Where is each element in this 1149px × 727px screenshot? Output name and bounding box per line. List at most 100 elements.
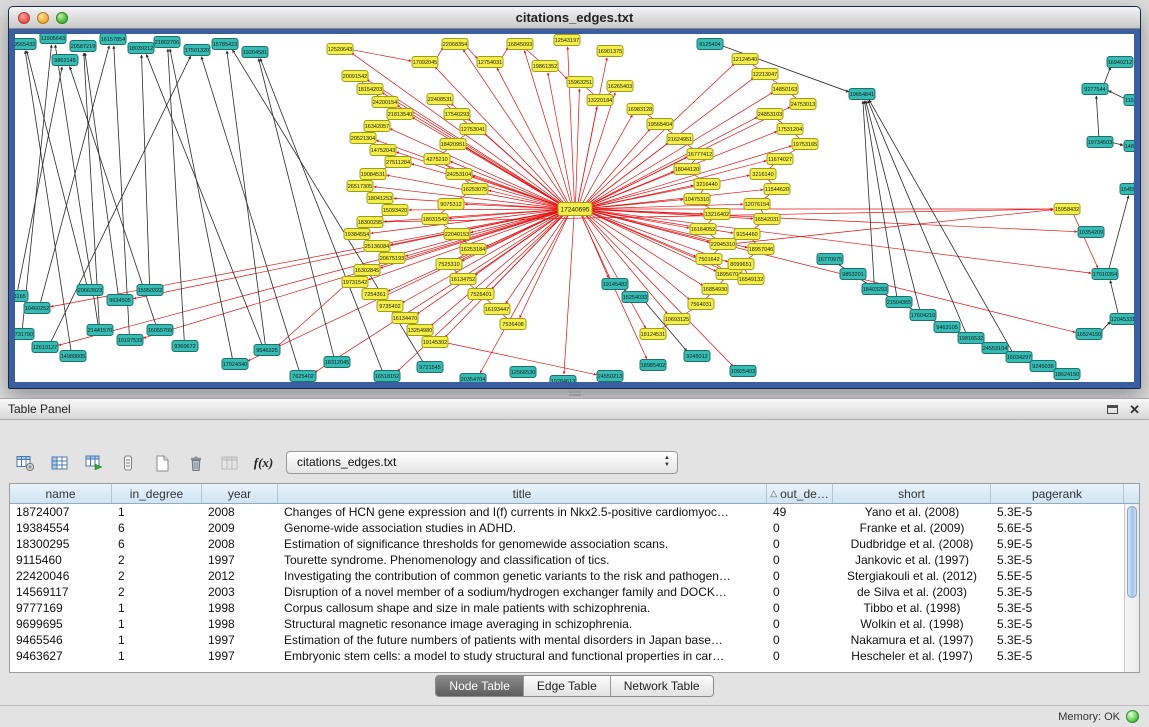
table-cell[interactable]: 1 (112, 632, 202, 648)
table-cell[interactable]: 0 (767, 600, 833, 616)
graph-node[interactable]: 24553104 (982, 343, 1008, 354)
table-vertical-scrollbar[interactable] (1124, 504, 1139, 672)
graph-node[interactable]: 19084531 (360, 169, 386, 180)
table-cell[interactable]: 9777169 (10, 600, 112, 616)
table-cell[interactable]: Stergiakouli et al. (2012) (833, 568, 991, 584)
table-cell[interactable]: 18300295 (10, 536, 112, 552)
table-cell[interactable]: 9463627 (10, 648, 112, 664)
graph-node[interactable]: 16777412 (687, 149, 713, 160)
table-cell[interactable]: Embryonic stem cells: a model to study s… (278, 648, 767, 664)
new-table-button[interactable] (148, 450, 175, 476)
graph-node[interactable]: 16940212 (1107, 57, 1133, 68)
table-cell[interactable]: Genome-wide association studies in ADHD. (278, 520, 767, 536)
table-cell[interactable]: 1997 (202, 648, 278, 664)
table-cell[interactable]: 1 (112, 648, 202, 664)
graph-node[interactable]: 16034297 (1006, 352, 1032, 363)
graph-node[interactable]: 21813540 (387, 109, 413, 120)
table-cell[interactable]: 0 (767, 536, 833, 552)
graph-node[interactable]: 7501642 (696, 254, 722, 265)
graph-node[interactable]: 9245036 (1030, 361, 1056, 372)
table-cell[interactable]: Investigating the contribution of common… (278, 568, 767, 584)
table-cell[interactable]: 5.3E-5 (991, 648, 1124, 664)
table-cell[interactable]: 5.3E-5 (991, 600, 1124, 616)
graph-node[interactable]: 21504365 (886, 297, 912, 308)
graph-node[interactable]: 18985402 (640, 360, 666, 371)
graph-node[interactable]: 10197533 (117, 335, 143, 346)
table-cell[interactable]: Corpus callosum shape and size in male p… (278, 600, 767, 616)
graph-node[interactable]: 11905643 (40, 34, 66, 44)
graph-node[interactable]: 11674027 (767, 154, 793, 165)
table-cell[interactable]: 49 (767, 504, 833, 520)
graph-node[interactable]: 8099651 (728, 259, 754, 270)
table-cell[interactable]: Yano et al. (2008) (833, 504, 991, 520)
close-panel-icon[interactable]: ✕ (1129, 403, 1140, 416)
graph-node[interactable]: 16983128 (627, 104, 653, 115)
graph-node[interactable]: 11544620 (764, 184, 790, 195)
graph-node[interactable]: 16193447 (484, 304, 510, 315)
table-cell[interactable]: 6 (112, 520, 202, 536)
graph-node[interactable]: 18403293 (862, 284, 888, 295)
graph-node[interactable]: 14988805 (60, 351, 86, 362)
graph-node[interactable]: 25136084 (364, 241, 390, 252)
import-table-button[interactable] (216, 450, 243, 476)
graph-node[interactable]: 24853103 (757, 109, 783, 120)
graph-node[interactable]: 7536408 (500, 319, 526, 330)
graph-node[interactable]: 13254980 (407, 325, 433, 336)
graph-node[interactable]: 12124540 (732, 54, 758, 65)
graph-node[interactable]: 16845093 (507, 39, 533, 50)
graph-node[interactable]: 20675193 (379, 253, 405, 264)
table-cell[interactable]: 5.3E-5 (991, 504, 1124, 520)
minimize-window-button[interactable] (37, 12, 49, 24)
graph-node[interactable]: 12543197 (554, 35, 580, 46)
graph-node[interactable]: 20091542 (342, 71, 368, 82)
table-cell[interactable]: 0 (767, 632, 833, 648)
graph-node[interactable]: 15963251 (567, 77, 593, 88)
graph-node[interactable]: 18044120 (674, 164, 700, 175)
graph-node[interactable]: 16265403 (607, 81, 633, 92)
graph-node[interactable]: 12213047 (752, 69, 778, 80)
table-cell[interactable]: Changes of HCN gene expression and I(f) … (278, 504, 767, 520)
function-builder-button[interactable]: f(x) (250, 450, 277, 476)
table-cell[interactable]: 1 (112, 616, 202, 632)
table-row[interactable]: 946554611997Estimation of the future num… (10, 632, 1124, 648)
table-cell[interactable]: 1 (112, 504, 202, 520)
graph-node[interactable]: 15455103 (1120, 184, 1134, 195)
graph-node[interactable]: 18957046 (748, 244, 774, 255)
zoom-window-button[interactable] (56, 12, 68, 24)
table-cell[interactable]: 0 (767, 568, 833, 584)
table-cell[interactable]: Hescheler et al. (1997) (833, 648, 991, 664)
graph-node[interactable]: 11548108 (1124, 95, 1134, 106)
table-cell[interactable]: 1997 (202, 632, 278, 648)
graph-node[interactable]: 24200154 (372, 97, 398, 108)
table-row[interactable]: 911546021997Tourette syndrome. Phenomeno… (10, 552, 1124, 568)
graph-node[interactable]: 7525401 (468, 289, 494, 300)
graph-node[interactable]: 16253184 (460, 244, 486, 255)
graph-node[interactable]: 9721545 (417, 362, 443, 373)
graph-node[interactable]: 19654841 (849, 89, 875, 100)
graph-node[interactable]: 16134470 (392, 313, 418, 324)
table-cell[interactable]: 2008 (202, 536, 278, 552)
graph-node[interactable]: 15785423 (212, 39, 238, 50)
graph-node[interactable]: 9277544 (1082, 84, 1108, 95)
graph-node[interactable]: 12045331 (1110, 314, 1134, 325)
table-row[interactable]: 977716911998Corpus callosum shape and si… (10, 600, 1124, 616)
close-window-button[interactable] (18, 12, 30, 24)
table-cell[interactable]: 19384554 (10, 520, 112, 536)
graph-node[interactable]: 19145482 (602, 279, 628, 290)
graph-node[interactable]: 9853201 (840, 269, 866, 280)
graph-node[interactable]: 9634505 (107, 295, 133, 306)
graph-node[interactable]: 14850163 (772, 84, 798, 95)
table-cell[interactable]: Jankovic et al. (1997) (833, 552, 991, 568)
table-cell[interactable]: 9699695 (10, 616, 112, 632)
graph-node[interactable]: 9253165 (15, 291, 28, 302)
tab-edge-table[interactable]: Edge Table (524, 676, 611, 696)
graph-node[interactable]: 27511204 (385, 157, 411, 168)
graph-node[interactable]: 10925403 (730, 366, 756, 377)
graph-node[interactable]: 16549132 (738, 274, 764, 285)
graph-node[interactable]: 12076154 (744, 199, 770, 210)
graph-node[interactable]: 19204581 (242, 47, 268, 58)
graph-node[interactable]: 16253075 (462, 184, 488, 195)
table-row[interactable]: 1830029562008Estimation of significance … (10, 536, 1124, 552)
column-header-year[interactable]: year (202, 484, 278, 503)
graph-node[interactable]: 16770975 (817, 254, 843, 265)
